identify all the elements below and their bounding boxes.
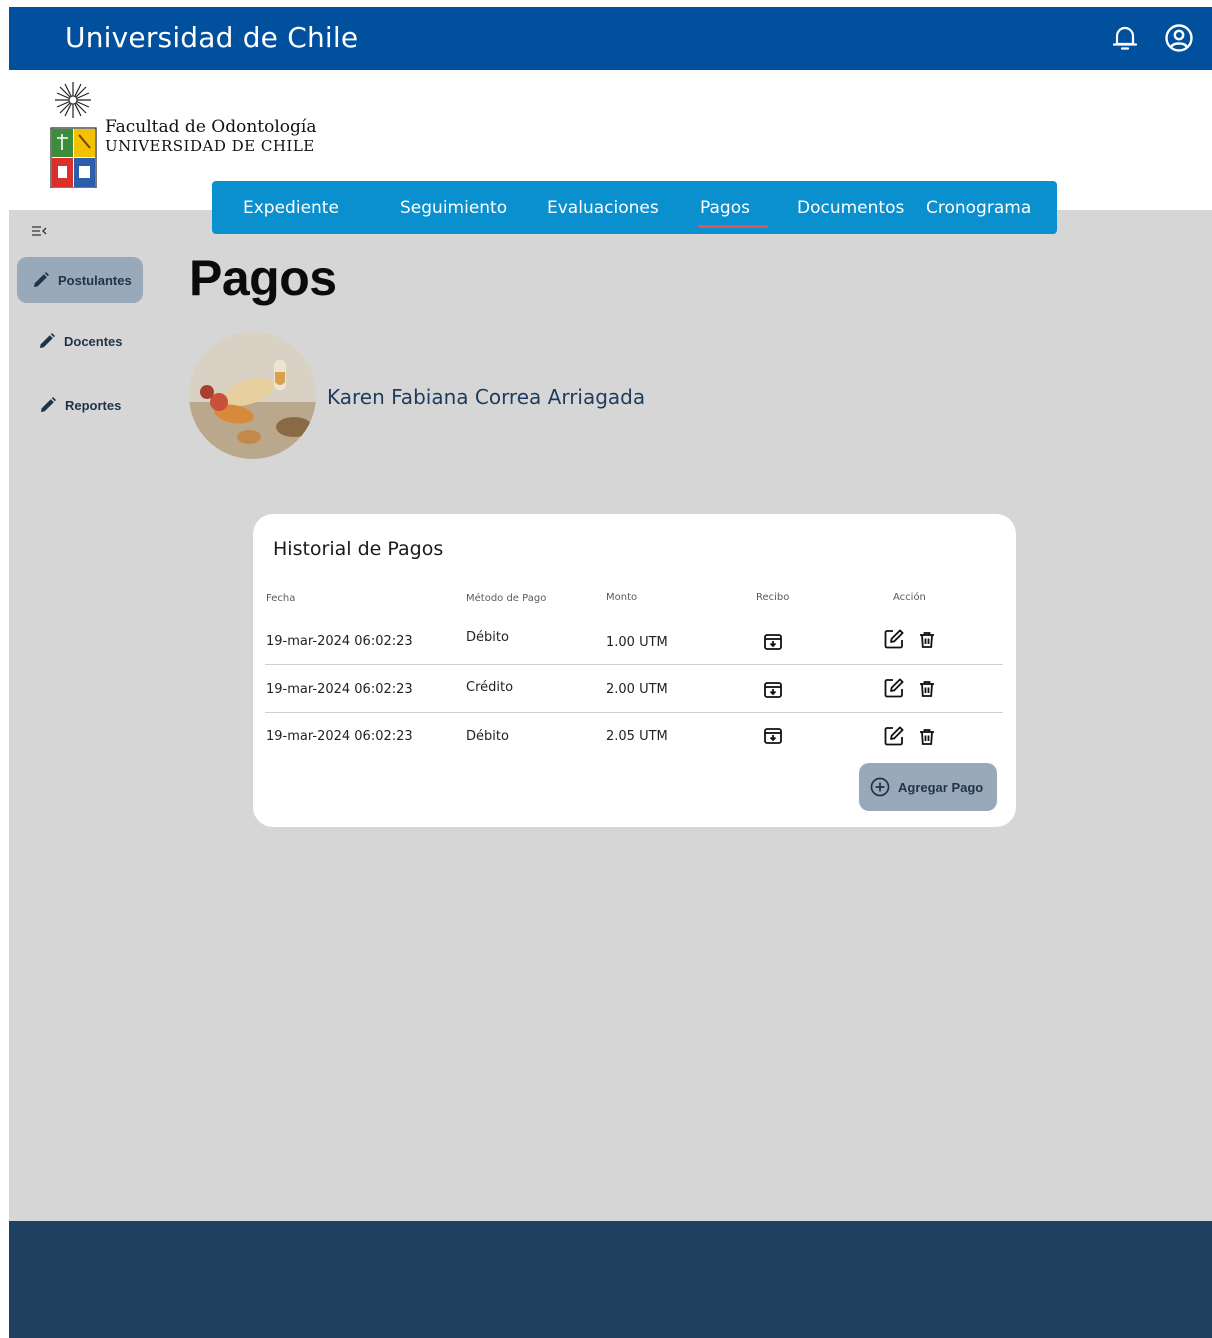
bell-icon[interactable] [1110, 23, 1140, 53]
tab-expediente[interactable]: Expediente [243, 198, 339, 218]
row-date: 19-mar-2024 06:02:23 [266, 729, 413, 744]
table-row: 19-mar-2024 06:02:23 Débito 2.05 UTM [265, 713, 1003, 761]
tab-cronograma[interactable]: Cronograma [926, 198, 1031, 218]
delete-icon[interactable] [917, 727, 939, 749]
sidebar-item-docentes[interactable]: Docentes [39, 333, 123, 349]
pencil-icon [34, 272, 49, 287]
receipt-download-icon[interactable] [762, 725, 784, 747]
pencil-icon [40, 333, 55, 348]
sidebar-item-label: Postulantes [58, 272, 132, 288]
sidebar-item-label: Reportes [65, 397, 122, 413]
section-tabs: Expediente Seguimiento Evaluaciones Pago… [212, 181, 1057, 234]
university-logo [49, 80, 109, 189]
tab-documentos[interactable]: Documentos [797, 198, 904, 218]
delete-icon[interactable] [917, 630, 939, 652]
sidebar-item-reportes[interactable]: Reportes [40, 397, 121, 413]
faculty-name: Facultad de Odontología UNIVERSIDAD DE C… [105, 117, 316, 155]
collapse-menu-icon[interactable] [31, 224, 47, 238]
column-header-accion: Acción [893, 592, 926, 603]
delete-icon[interactable] [917, 679, 939, 701]
edit-icon[interactable] [883, 628, 905, 650]
payments-card: Historial de Pagos Fecha Método de Pago … [253, 514, 1016, 827]
faculty-line-1: Facultad de Odontología [105, 117, 317, 137]
app-frame: Universidad de Chile Facultad de Odontol… [9, 7, 1212, 1338]
footer [9, 1221, 1212, 1338]
row-date: 19-mar-2024 06:02:23 [266, 682, 413, 697]
tab-pagos[interactable]: Pagos [698, 198, 768, 228]
payments-title: Historial de Pagos [273, 538, 444, 560]
column-header-monto: Monto [606, 592, 638, 603]
add-payment-button[interactable]: Agregar Pago [859, 763, 997, 811]
column-header-fecha: Fecha [266, 593, 296, 604]
row-method: Débito [466, 630, 509, 645]
sidebar-item-postulantes[interactable]: Postulantes [17, 257, 143, 303]
page-title: Pagos [189, 250, 337, 306]
row-amount: 2.00 UTM [606, 682, 668, 697]
column-header-recibo: Recibo [756, 592, 790, 603]
receipt-download-icon[interactable] [762, 631, 784, 653]
top-bar: Universidad de Chile [9, 7, 1212, 70]
pencil-icon [41, 397, 56, 412]
app-title: Universidad de Chile [65, 21, 359, 54]
account-icon[interactable] [1164, 23, 1194, 53]
table-row: 19-mar-2024 06:02:23 Débito 1.00 UTM [265, 617, 1003, 665]
tab-seguimiento[interactable]: Seguimiento [400, 198, 507, 218]
person-name: Karen Fabiana Correa Arriagada [327, 385, 646, 409]
plus-circle-icon [870, 777, 890, 797]
column-header-metodo: Método de Pago [466, 593, 547, 604]
row-method: Débito [466, 729, 509, 744]
row-date: 19-mar-2024 06:02:23 [266, 634, 413, 649]
tab-evaluaciones[interactable]: Evaluaciones [547, 198, 659, 218]
row-amount: 1.00 UTM [606, 635, 668, 650]
faculty-line-2: UNIVERSIDAD DE CHILE [105, 137, 315, 155]
row-amount: 2.05 UTM [606, 729, 668, 744]
edit-icon[interactable] [883, 677, 905, 699]
avatar [189, 332, 316, 459]
add-payment-label: Agregar Pago [898, 779, 984, 795]
row-method: Crédito [466, 680, 514, 695]
edit-icon[interactable] [883, 725, 905, 747]
receipt-download-icon[interactable] [762, 679, 784, 701]
sidebar-item-label: Docentes [64, 333, 123, 349]
table-row: 19-mar-2024 06:02:23 Crédito 2.00 UTM [265, 665, 1003, 713]
